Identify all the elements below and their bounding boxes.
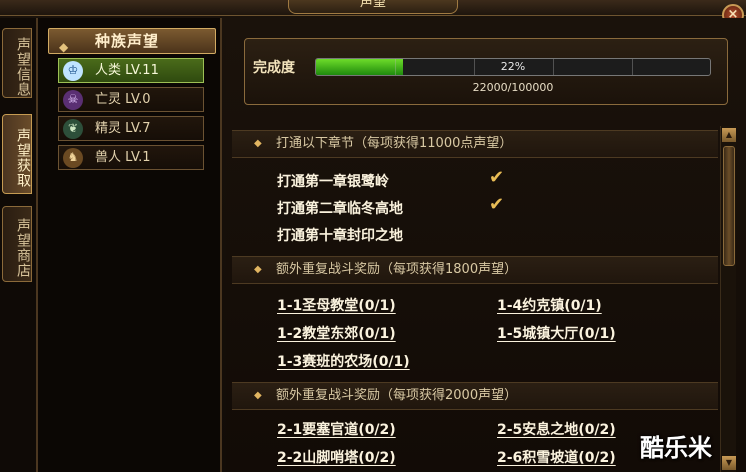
race-item-elf[interactable]: ❦ 精灵 LV.7 xyxy=(58,116,204,141)
elf-crest-icon: ❦ xyxy=(63,119,83,139)
task-chapter-10: 打通第十章封印之地 xyxy=(277,228,403,244)
race-panel-header: ◆ 种族声望 xyxy=(48,28,216,54)
progress-bar: 22% xyxy=(315,58,711,76)
race-item-human[interactable]: ♔ 人类 LV.11 xyxy=(58,58,204,83)
progress-count: 22000/100000 xyxy=(472,81,554,94)
window-title: 声望 xyxy=(288,0,458,14)
battle-link-2-1[interactable]: 2-1要塞官道(0/2) xyxy=(277,419,396,439)
battle-link-1-3[interactable]: 1-3赛班的农场(0/1) xyxy=(277,351,410,371)
orc-crest-icon: ♞ xyxy=(63,148,83,168)
race-panel: ◆ 种族声望 ♔ 人类 LV.11 ☠ 亡灵 LV.0 ❦ 精灵 LV.7 ♞ … xyxy=(36,18,222,472)
race-item-orc[interactable]: ♞ 兽人 LV.1 xyxy=(58,145,204,170)
progress-box: 完成度 22% 22000/100000 xyxy=(244,38,728,105)
section-header-battle-2000: ◆ 额外重复战斗奖励（每项获得2000声望） xyxy=(232,382,718,410)
reputation-acquire-panel: 完成度 22% 22000/100000 ◆ 打通以下章节（每项获得11000点… xyxy=(226,18,746,472)
battle-link-1-5[interactable]: 1-5城镇大厅(0/1) xyxy=(497,323,616,343)
battle-link-1-1[interactable]: 1-1圣母教堂(0/1) xyxy=(277,295,396,315)
reputation-window: 声望 × 声望信息 声望获取 声望商店 ◆ 种族声望 ♔ 人类 LV.11 ☠ … xyxy=(0,0,746,472)
human-crest-icon: ♔ xyxy=(63,61,83,81)
task-chapter-1: 打通第一章银鹭岭 xyxy=(277,174,389,190)
diamond-icon: ◆ xyxy=(254,138,262,149)
battle-link-1-4[interactable]: 1-4约克镇(0/1) xyxy=(497,295,602,315)
scroll-up-arrow-icon[interactable]: ▲ xyxy=(722,128,736,142)
section-title: 额外重复战斗奖励（每项获得2000声望） xyxy=(276,388,518,403)
section-header-chapters: ◆ 打通以下章节（每项获得11000点声望） xyxy=(232,130,718,158)
race-item-undead[interactable]: ☠ 亡灵 LV.0 xyxy=(58,87,204,112)
race-item-label: 兽人 LV.1 xyxy=(95,150,151,165)
race-item-label: 亡灵 LV.0 xyxy=(95,92,151,107)
undead-crest-icon: ☠ xyxy=(63,90,83,110)
battle-link-2-5[interactable]: 2-5安息之地(0/2) xyxy=(497,419,616,439)
tab-reputation-acquire[interactable]: 声望获取 xyxy=(2,114,32,194)
battle-link-2-6[interactable]: 2-6积雪坡道(0/2) xyxy=(497,447,616,467)
diamond-icon: ◆ xyxy=(254,264,262,275)
section-title: 打通以下章节（每项获得11000点声望） xyxy=(276,136,513,151)
progress-label: 完成度 xyxy=(253,60,295,76)
section-title: 额外重复战斗奖励（每项获得1800声望） xyxy=(276,262,518,277)
title-bar: 声望 xyxy=(0,0,746,16)
task-chapter-2: 打通第二章临冬高地 xyxy=(277,201,403,217)
watermark-logo: 酷乐米 xyxy=(640,434,712,462)
diamond-icon: ◆ xyxy=(254,390,262,401)
side-tab-bar: 声望信息 声望获取 声望商店 xyxy=(0,18,36,472)
checkmark-icon: ✔ xyxy=(489,167,505,188)
race-panel-title: 种族声望 xyxy=(95,32,160,50)
ornament-icon: ◆ xyxy=(59,40,70,54)
tab-reputation-shop[interactable]: 声望商店 xyxy=(2,206,32,282)
progress-percent: 22% xyxy=(500,60,526,73)
tab-reputation-info[interactable]: 声望信息 xyxy=(2,28,32,98)
battle-link-2-2[interactable]: 2-2山脚哨塔(0/2) xyxy=(277,447,396,467)
scroll-thumb[interactable] xyxy=(723,146,735,266)
task-list: ◆ 打通以下章节（每项获得11000点声望） 打通第一章银鹭岭 ✔ 打通第二章临… xyxy=(226,126,718,472)
section-header-battle-1800: ◆ 额外重复战斗奖励（每项获得1800声望） xyxy=(232,256,718,284)
race-item-label: 人类 LV.11 xyxy=(95,63,159,78)
checkmark-icon: ✔ xyxy=(489,194,505,215)
battle-link-1-2[interactable]: 1-2教堂东郊(0/1) xyxy=(277,323,396,343)
race-item-label: 精灵 LV.7 xyxy=(95,121,151,136)
scroll-down-arrow-icon[interactable]: ▼ xyxy=(722,456,736,470)
task-list-scrollbar[interactable]: ▲ ▼ xyxy=(720,126,736,472)
